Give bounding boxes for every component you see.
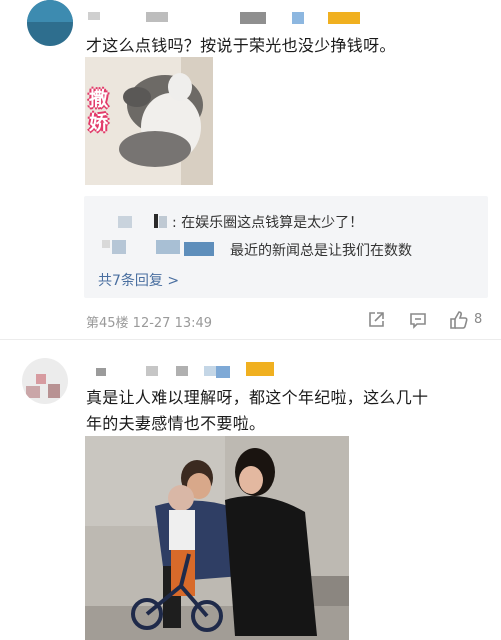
sticker-image[interactable]: 撒娇 <box>85 57 213 185</box>
comment-text: 真是让人难以理解呀，都这个年纪啦，这么几十 <box>86 388 429 407</box>
avatar[interactable] <box>22 358 68 404</box>
avatar[interactable] <box>27 0 73 46</box>
comment-text: 年的夫妻感情也不要啦。 <box>86 414 266 433</box>
floor-time: 第45楼 12-27 13:49 <box>86 316 213 331</box>
divider <box>0 339 501 340</box>
comment-text: 才这么点钱吗？按说于荣光也没少挣钱呀。 <box>86 36 396 55</box>
reply-text: : 在娱乐圈这点钱算是太少了！ <box>172 215 364 231</box>
like-count: 8 <box>474 312 483 327</box>
more-replies-link[interactable]: 共7条回复 > <box>98 270 179 290</box>
comment-icon[interactable] <box>408 310 428 330</box>
like-icon[interactable] <box>448 309 470 331</box>
share-icon[interactable] <box>366 310 386 330</box>
comment-photo[interactable] <box>85 436 349 640</box>
sticker-caption: 撒娇 <box>89 88 109 134</box>
reply-text: 最近的新闻总是让我们在数数 <box>230 243 412 259</box>
